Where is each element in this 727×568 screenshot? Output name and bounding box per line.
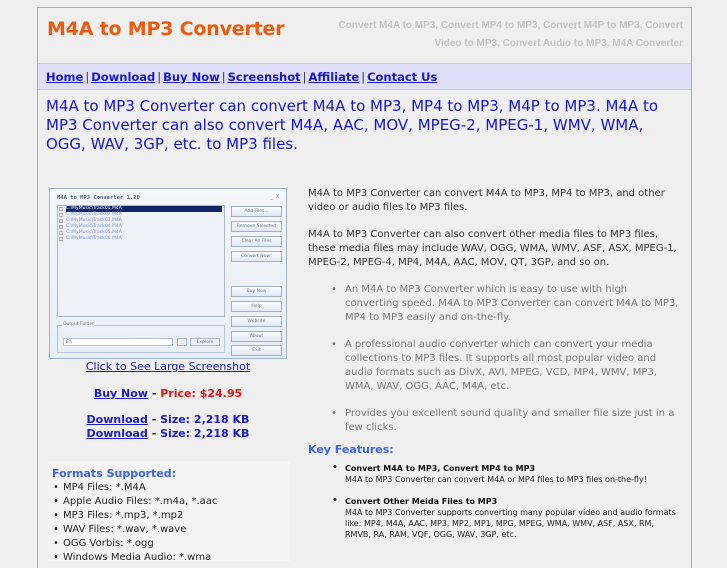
checkbox-icon xyxy=(59,219,63,223)
nav-separator: | xyxy=(361,70,366,84)
dash: - xyxy=(151,387,157,400)
checkbox-icon xyxy=(59,237,63,241)
highlight-item: An M4A to MP3 Converter which is easy to… xyxy=(331,283,682,325)
output-folder-group: Output Folder E:\ ... Explore xyxy=(57,322,225,353)
app-about-button: About xyxy=(231,331,282,342)
header-tagline: Convert M4A to MP3, Convert MP4 to MP3, … xyxy=(338,20,684,49)
format-item: WAV Files: *.wav, *.wave xyxy=(52,523,286,537)
app-help-button: Help xyxy=(231,301,282,312)
download-size: Size: 2,218 KB xyxy=(160,427,250,440)
screenshot-thumbnail[interactable]: M4A to MP3 Converter 1.20 _ × C:\MyMusic… xyxy=(49,188,287,359)
window-controls-icon: _ × xyxy=(270,193,280,200)
buy-now-link[interactable]: Buy Now xyxy=(94,387,148,400)
left-column: M4A to MP3 Converter 1.20 _ × C:\MyMusic… xyxy=(48,186,294,563)
app-add-files-button: Add Files... xyxy=(231,206,282,217)
highlight-item: Provides you excellent sound quality and… xyxy=(331,407,682,435)
checkbox-icon xyxy=(59,231,63,235)
nav-separator: | xyxy=(302,70,307,84)
description-paragraph: M4A to MP3 Converter can also convert ot… xyxy=(308,229,677,268)
key-feature-text: M4A to MP3 Converter can convert M4A or … xyxy=(345,475,647,484)
download-line: Download - Size: 2,218 KB xyxy=(48,427,288,441)
nav-separator: | xyxy=(85,70,90,84)
format-item: Windows Media Audio: *.wma xyxy=(52,551,286,565)
site-logo[interactable]: M4A to MP3 Converter xyxy=(47,18,285,40)
nav-buy-now[interactable]: Buy Now xyxy=(163,70,220,84)
format-item: MP4 Files: *.M4A xyxy=(52,481,286,495)
output-folder-label: Output Folder xyxy=(62,322,95,327)
highlight-item: A professional audio converter which can… xyxy=(331,338,682,394)
format-item: Apple Audio Files: *.m4a, *.aac xyxy=(52,495,286,509)
output-folder-field: E:\ xyxy=(63,338,173,346)
key-feature-title: Convert M4A to MP3, Convert MP4 to MP3 xyxy=(345,464,536,473)
download-line: Download - Size: 2,218 KB xyxy=(48,413,288,427)
formats-list: MP4 Files: *.M4A Apple Audio Files: *.m4… xyxy=(52,481,286,565)
file-list: C:\MyMusic\Track01.M4A C:\MyMusic\Track0… xyxy=(57,205,225,317)
app-exit-button: Exit xyxy=(231,345,282,356)
app-buy-now-button: Buy Now xyxy=(231,286,282,297)
key-feature-title: Convert Other Meida Files to MP3 xyxy=(345,497,498,506)
browse-button: ... xyxy=(177,338,187,346)
screenshot-caption: Click to See Large Screenshot xyxy=(48,360,288,373)
price-text: Price: $24.95 xyxy=(160,387,243,400)
large-screenshot-link[interactable]: Click to See Large Screenshot xyxy=(86,360,250,373)
checkbox-icon xyxy=(59,225,63,229)
key-feature-text: M4A to MP3 Converter supports converting… xyxy=(345,508,676,539)
nav-contact-us[interactable]: Contact Us xyxy=(367,70,437,84)
key-feature-item: Convert Other Meida Files to MP3 M4A to … xyxy=(332,496,682,540)
download-link[interactable]: Download xyxy=(87,427,148,440)
key-features-title: Key Features: xyxy=(308,443,394,456)
format-item: MP3 Files: *.mp3, *.mp2 xyxy=(52,509,286,523)
nav-separator: | xyxy=(157,70,162,84)
key-features-list: Convert M4A to MP3, Convert MP4 to MP3 M… xyxy=(332,463,682,540)
nav-bar: Home | Download | Buy Now | Screenshot | Affilia… xyxy=(38,63,691,90)
dash: - xyxy=(151,413,157,426)
buy-line: Buy Now - Price: $24.95 xyxy=(48,387,288,400)
formats-box: Formats Supported: MP4 Files: *.M4A Appl… xyxy=(48,461,290,563)
explore-button: Explore xyxy=(190,338,220,346)
page-container: M4A to MP3 Converter Convert M4A to MP3,… xyxy=(37,7,692,568)
file-row: C:\MyMusic\Track06.M4A xyxy=(58,236,224,242)
app-website-button: Website xyxy=(231,316,282,327)
checkbox-icon xyxy=(59,207,63,211)
intro-heading: M4A to MP3 Converter can convert M4A to … xyxy=(46,97,659,153)
key-feature-item: Convert M4A to MP3, Convert MP4 to MP3 M… xyxy=(332,463,682,485)
dash: - xyxy=(151,427,157,440)
nav-affiliate[interactable]: Affiliate xyxy=(309,70,360,84)
app-window-title: M4A to MP3 Converter 1.20 xyxy=(57,195,140,201)
format-item: OGG Vorbis: *.ogg xyxy=(52,537,286,551)
nav-separator: | xyxy=(221,70,226,84)
highlights-list: An M4A to MP3 Converter which is easy to… xyxy=(331,283,682,435)
formats-title: Formats Supported: xyxy=(52,467,177,480)
nav-home[interactable]: Home xyxy=(46,70,83,84)
checkbox-icon xyxy=(59,213,63,217)
download-size: Size: 2,218 KB xyxy=(160,413,250,426)
nav-download[interactable]: Download xyxy=(91,70,155,84)
app-convert-now-button: Convert Now! xyxy=(231,251,282,262)
header: M4A to MP3 Converter Convert M4A to MP3,… xyxy=(38,8,691,63)
nav-screenshot[interactable]: Screenshot xyxy=(228,70,301,84)
description-paragraph: M4A to MP3 Converter can convert M4A to … xyxy=(308,188,665,213)
app-clear-all-button: Clear All Files xyxy=(231,236,282,247)
download-link[interactable]: Download xyxy=(87,413,148,426)
app-remove-selected-button: Remove Selected xyxy=(231,221,282,232)
right-column: M4A to MP3 Converter can convert M4A to … xyxy=(308,187,682,551)
